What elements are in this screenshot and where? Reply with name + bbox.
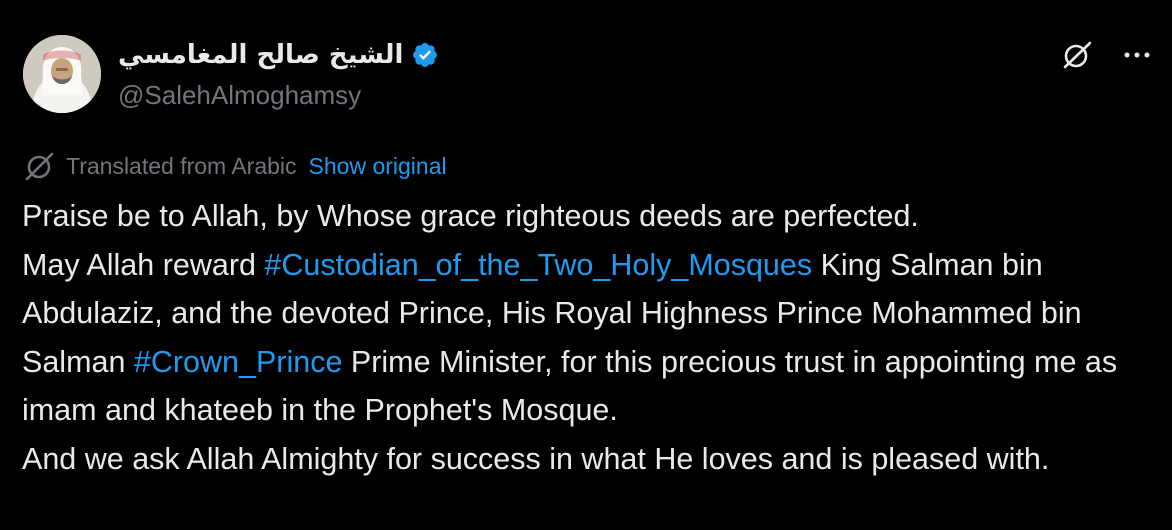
tweet-body: Praise be to Allah, by Whose grace right… bbox=[22, 192, 1152, 483]
tweet-actions bbox=[1060, 38, 1152, 72]
tweet-text-segment: May Allah reward bbox=[22, 247, 265, 282]
verified-badge-icon bbox=[413, 43, 438, 67]
translated-from-label: Translated from Arabic bbox=[66, 152, 297, 179]
author-display-name[interactable]: الشيخ صالح المغامسي bbox=[118, 36, 403, 74]
more-options-icon[interactable] bbox=[1122, 40, 1152, 70]
hashtag-custodian-link[interactable]: #Custodian_of_the_Two_Holy_Mosques bbox=[264, 248, 812, 282]
avatar-photo-icon bbox=[23, 35, 101, 113]
author-handle[interactable]: @SalehAlmoghamsy bbox=[118, 76, 361, 114]
translation-notice: Translated from Arabic Show original bbox=[22, 148, 447, 184]
tweet-paragraph-2: May Allah reward #Custodian_of_the_Two_H… bbox=[22, 241, 1152, 435]
show-original-link[interactable]: Show original bbox=[309, 153, 447, 180]
hashtag-crown-prince-link[interactable]: #Crown_Prince bbox=[134, 345, 343, 379]
translate-icon bbox=[25, 152, 54, 181]
author-avatar[interactable] bbox=[23, 35, 101, 113]
tweet-card: الشيخ صالح المغامسي @SalehAlmoghamsy Tra… bbox=[0, 0, 1172, 530]
tweet-line-3: And we ask Allah Almighty for success in… bbox=[22, 441, 1050, 476]
grok-icon[interactable] bbox=[1060, 38, 1094, 72]
author-name-row: الشيخ صالح المغامسي bbox=[118, 36, 439, 74]
tweet-line-1: Praise be to Allah, by Whose grace right… bbox=[22, 199, 919, 233]
